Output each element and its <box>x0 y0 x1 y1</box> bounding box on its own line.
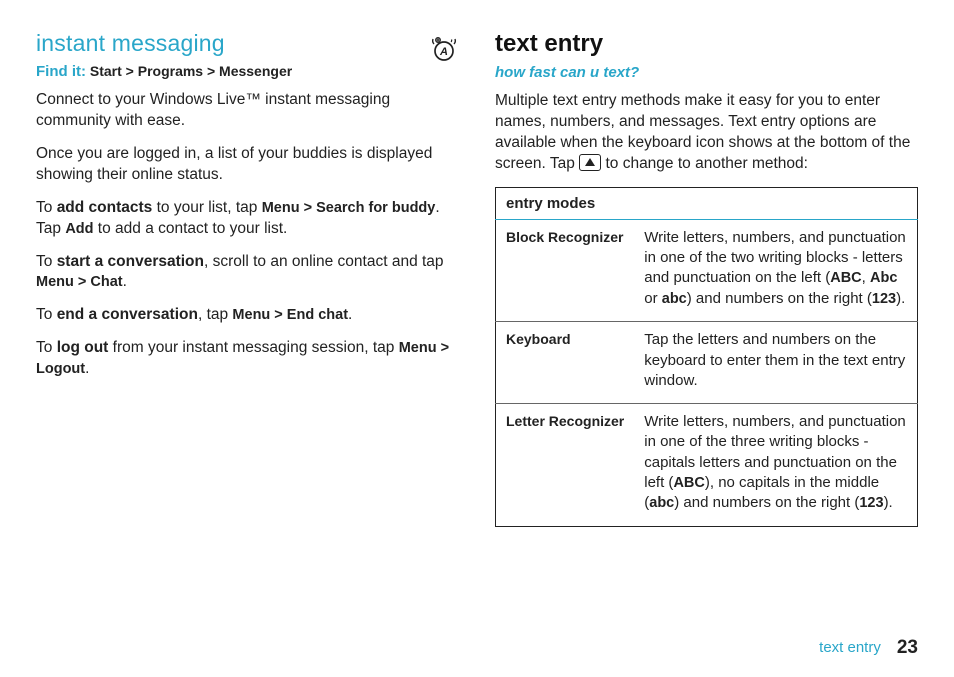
text-fragment: ) and numbers on the right ( <box>674 494 859 511</box>
page-number: 23 <box>897 637 918 658</box>
text-fragment: , <box>862 269 870 286</box>
im-paragraph-6: To log out from your instant messaging s… <box>36 338 459 380</box>
right-column: text entry how fast can u text? Multiple… <box>495 30 918 527</box>
table-header: entry modes <box>496 187 918 219</box>
text-entry-paragraph: Multiple text entry methods make it easy… <box>495 91 918 175</box>
text-bold: ABC <box>830 270 861 286</box>
table-row: Keyboard Tap the letters and numbers on … <box>496 322 918 404</box>
find-it-label: Find it: <box>36 63 86 80</box>
text-entry-heading: text entry <box>495 30 918 58</box>
menu-path: Menu > Search for buddy <box>262 200 436 216</box>
im-paragraph-1: Connect to your Windows Live™ instant me… <box>36 90 459 132</box>
menu-path: Menu > Chat <box>36 274 123 290</box>
svg-text:A: A <box>439 46 448 58</box>
im-paragraph-4: To start a conversation, scroll to an on… <box>36 252 459 294</box>
text-bold: 123 <box>859 495 883 511</box>
page-columns: A instant messaging Find it: Start > Pro… <box>36 30 918 527</box>
find-it-path: Start > Programs > Messenger <box>86 63 292 79</box>
footer-section: text entry <box>819 639 881 656</box>
text-fragment: ). <box>896 290 905 307</box>
text-fragment: to add a contact to your list. <box>94 220 288 237</box>
text-fragment: ) and numbers on the right ( <box>687 290 872 307</box>
im-paragraph-3: To add contacts to your list, tap Menu >… <box>36 198 459 240</box>
text-fragment: to change to another method: <box>601 155 808 172</box>
text-fragment: To <box>36 199 57 216</box>
table-row: Letter Recognizer Write letters, numbers… <box>496 404 918 527</box>
mode-name: Letter Recognizer <box>496 404 635 527</box>
text-bold: log out <box>57 339 109 356</box>
instant-messaging-heading: instant messaging <box>36 30 459 57</box>
im-paragraph-2: Once you are logged in, a list of your b… <box>36 144 459 186</box>
menu-path: Menu > End chat <box>232 307 348 323</box>
text-fragment: , scroll to an online contact and tap <box>204 253 444 270</box>
text-bold: ABC <box>673 475 704 491</box>
text-bold: start a conversation <box>57 253 204 270</box>
mode-desc: Tap the letters and numbers on the keybo… <box>634 322 917 404</box>
text-fragment: To <box>36 339 57 356</box>
text-bold: Abc <box>870 270 897 286</box>
table-row: Block Recognizer Write letters, numbers,… <box>496 219 918 322</box>
page-footer: text entry 23 <box>819 637 918 659</box>
network-feature-icon: A <box>429 34 459 64</box>
text-fragment: from your instant messaging session, tap <box>108 339 398 356</box>
im-paragraph-5: To end a conversation, tap Menu > End ch… <box>36 305 459 326</box>
entry-modes-table: entry modes Block Recognizer Write lette… <box>495 187 918 527</box>
mode-desc: Write letters, numbers, and punctuation … <box>634 404 917 527</box>
find-it-line: Find it: Start > Programs > Messenger <box>36 63 459 80</box>
text-fragment: . <box>348 306 352 323</box>
text-fragment: , tap <box>198 306 232 323</box>
text-bold: end a conversation <box>57 306 198 323</box>
text-bold: add contacts <box>57 199 153 216</box>
mode-desc: Write letters, numbers, and punctuation … <box>634 219 917 322</box>
text-bold: 123 <box>872 291 896 307</box>
menu-path: Add <box>65 221 93 237</box>
text-fragment: . <box>85 360 89 377</box>
text-fragment: ). <box>884 494 893 511</box>
text-bold: abc <box>649 495 674 511</box>
text-fragment: To <box>36 253 57 270</box>
text-fragment: . <box>123 273 127 290</box>
text-bold: abc <box>662 291 687 307</box>
text-entry-subhead: how fast can u text? <box>495 64 918 81</box>
text-fragment: to your list, tap <box>152 199 261 216</box>
mode-name: Keyboard <box>496 322 635 404</box>
text-fragment: or <box>644 290 662 307</box>
left-column: A instant messaging Find it: Start > Pro… <box>36 30 459 527</box>
up-arrow-key-icon <box>579 154 601 171</box>
text-fragment: To <box>36 306 57 323</box>
mode-name: Block Recognizer <box>496 219 635 322</box>
